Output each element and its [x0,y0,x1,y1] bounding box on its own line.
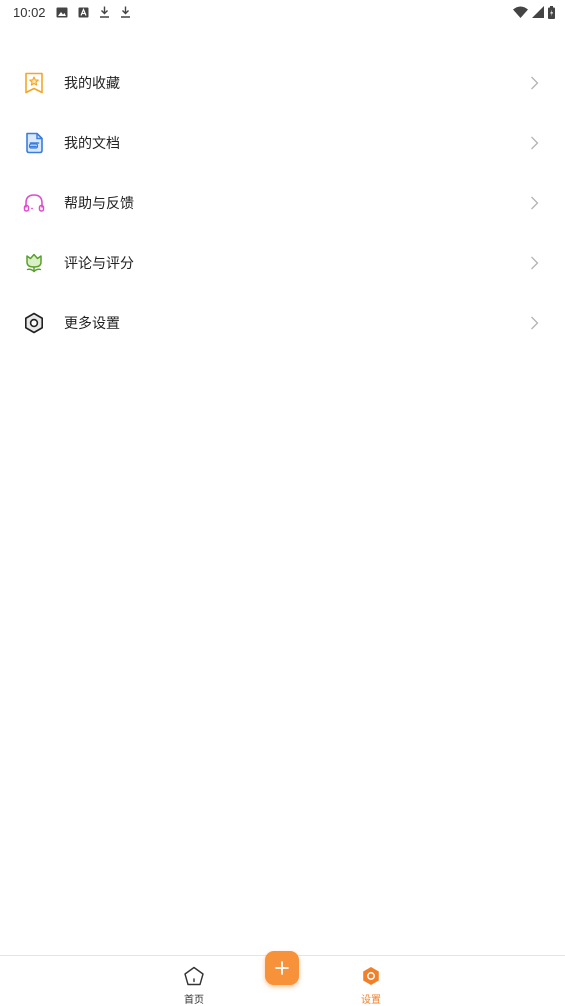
signal-icon [532,6,544,18]
add-button[interactable] [265,951,299,985]
document-icon [22,131,46,155]
menu-item-help-feedback[interactable]: 帮助与反馈 [0,173,565,233]
status-time: 10:02 [13,4,46,20]
settings-menu-list: 我的收藏 我的文档 帮助与反馈 评论与评分 更多设置 [0,53,565,353]
menu-item-label: 帮助与反馈 [64,196,134,212]
menu-item-label: 我的文档 [64,136,120,152]
status-bar: 10:02 [0,0,565,24]
download-icon [99,6,110,18]
status-left: 10:02 [13,5,131,20]
chevron-right-icon [530,316,539,330]
battery-icon [548,5,555,19]
menu-item-reviews-ratings[interactable]: 评论与评分 [0,233,565,293]
nav-tab-home[interactable]: 首页 [164,966,224,1006]
settings-hex-icon [361,966,381,990]
home-icon [183,966,205,990]
status-right [513,5,555,19]
tulip-icon [22,251,46,275]
headset-icon [22,191,46,215]
menu-item-label: 我的收藏 [64,76,120,92]
a-icon [78,7,89,18]
menu-item-documents[interactable]: 我的文档 [0,113,565,173]
wifi-icon [513,6,528,18]
chevron-right-icon [530,196,539,210]
chevron-right-icon [530,76,539,90]
bottom-nav: 首页 设置 [0,951,565,1006]
plus-icon [275,961,289,975]
chevron-right-icon [530,256,539,270]
menu-item-more-settings[interactable]: 更多设置 [0,293,565,353]
menu-item-label: 更多设置 [64,316,120,332]
favorites-star-icon [22,71,46,95]
hex-settings-icon [22,311,46,335]
download-icon [120,6,131,18]
menu-item-favorites[interactable]: 我的收藏 [0,53,565,113]
chevron-right-icon [530,136,539,150]
nav-tab-settings[interactable]: 设置 [341,966,401,1006]
menu-item-label: 评论与评分 [64,256,134,272]
image-icon [56,7,68,18]
